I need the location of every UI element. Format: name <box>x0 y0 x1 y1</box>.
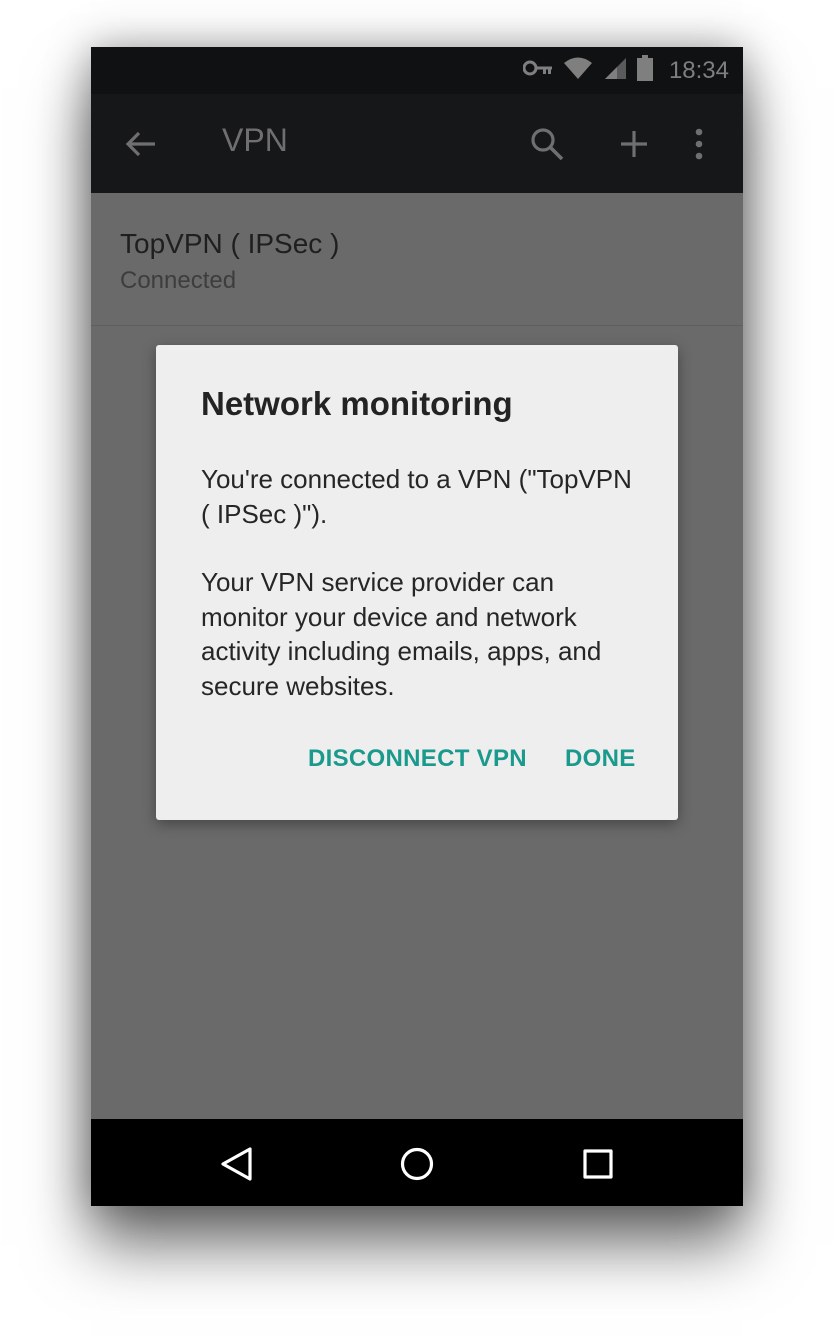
home-circle-icon[interactable] <box>395 1142 439 1186</box>
battery-icon <box>636 55 653 86</box>
dialog-message-warning: Your VPN service provider can monitor yo… <box>201 567 602 701</box>
network-monitoring-dialog: Network monitoring You're connected to a… <box>156 345 678 820</box>
navigation-bar <box>91 1119 743 1206</box>
status-time: 18:34 <box>668 56 729 84</box>
vpn-list-item[interactable]: TopVPN ( IPSec ) Connected <box>91 193 743 326</box>
add-icon[interactable] <box>612 122 656 166</box>
cellular-signal-icon <box>603 56 627 85</box>
status-bar: 18:34 <box>91 47 743 94</box>
back-arrow-icon[interactable] <box>121 124 161 164</box>
dialog-message: You're connected to a VPN ("TopVPN ( IPS… <box>201 462 641 737</box>
overflow-menu-icon[interactable] <box>677 122 721 166</box>
vpn-status: Connected <box>120 267 237 294</box>
page-title: VPN <box>222 122 288 158</box>
back-triangle-icon[interactable] <box>214 1142 258 1186</box>
disconnect-vpn-button[interactable]: DISCONNECT VPN <box>308 745 527 773</box>
recents-square-icon[interactable] <box>576 1142 620 1186</box>
app-bar: VPN <box>91 94 743 193</box>
status-icons: 18:34 <box>522 47 729 94</box>
vpn-key-icon <box>522 59 553 82</box>
dialog-message-vpn: You're connected to a VPN ("TopVPN ( IPS… <box>201 464 632 529</box>
vpn-name: TopVPN ( IPSec ) <box>120 228 340 259</box>
wifi-icon <box>563 56 593 85</box>
done-button[interactable]: DONE <box>565 745 636 773</box>
dialog-title: Network monitoring <box>201 385 513 422</box>
phone-screen: 18:34 VPN TopVPN (IPSec) Connected Net… <box>91 47 743 1206</box>
search-icon[interactable] <box>525 122 569 166</box>
